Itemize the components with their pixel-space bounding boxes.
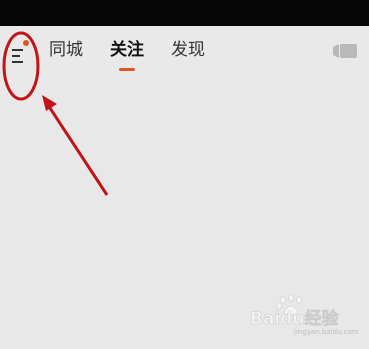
status-bar xyxy=(0,0,369,26)
menu-icon xyxy=(12,40,29,63)
baidu-watermark: Baidu经验 jingyan.baidu.com xyxy=(250,292,360,337)
svg-text:Baidu经验: Baidu经验 xyxy=(250,308,340,329)
notification-dot-icon xyxy=(23,40,29,46)
svg-text:jingyan.baidu.com: jingyan.baidu.com xyxy=(293,328,359,336)
video-camera-icon xyxy=(333,44,357,58)
tab-discover[interactable]: 发现 xyxy=(171,38,205,62)
top-nav-bar: 同城 关注 发现 xyxy=(0,26,369,80)
menu-button[interactable] xyxy=(6,36,36,70)
tab-local[interactable]: 同城 xyxy=(49,38,83,62)
camera-button[interactable] xyxy=(332,41,358,61)
tab-follow[interactable]: 关注 xyxy=(110,38,144,62)
active-tab-indicator xyxy=(119,68,135,71)
